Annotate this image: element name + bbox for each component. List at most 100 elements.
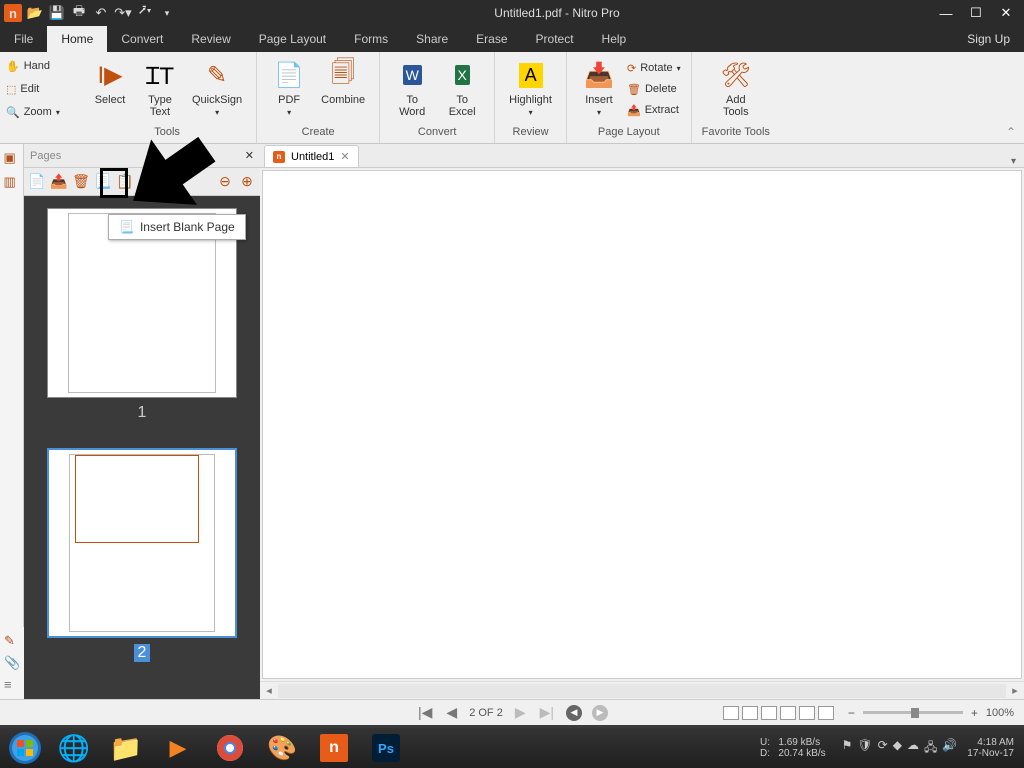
minimize-button[interactable]: —	[938, 5, 954, 21]
page-thumb-2[interactable]	[47, 448, 237, 638]
rotate-button[interactable]: ⟳Rotate ▾	[627, 58, 681, 78]
bookmarks-icon[interactable]: ▥	[4, 174, 20, 190]
thumb-1-wrap[interactable]: 1	[36, 208, 248, 422]
close-button[interactable]: ✕	[998, 5, 1014, 21]
first-page-icon[interactable]: |◀	[416, 704, 434, 721]
signatures-icon[interactable]: ✎	[4, 633, 20, 649]
redo-icon[interactable]: ↷▾	[114, 4, 132, 22]
scroll-track[interactable]	[278, 684, 1006, 698]
pdf-button[interactable]: 📄PDF▾	[267, 54, 311, 120]
taskbar-paint-icon[interactable]: 🎨	[257, 729, 307, 767]
delete-page-icon[interactable]: 🗑	[72, 173, 90, 191]
pages-panel-icon[interactable]: ▣	[4, 150, 20, 166]
edit-tool[interactable]: ⬚Edit	[6, 79, 72, 99]
doc-tab-untitled1[interactable]: n Untitled1 ✕	[264, 145, 359, 167]
zoom-out-icon[interactable]: −	[848, 706, 855, 720]
extract-label: Extract	[645, 104, 679, 116]
taskbar-explorer-icon[interactable]: 📁	[101, 729, 151, 767]
tab-overflow-icon[interactable]: ▾	[1003, 156, 1024, 167]
tab-erase[interactable]: Erase	[462, 26, 521, 52]
view-facing-cont-icon[interactable]	[780, 706, 796, 720]
tray-sync-icon[interactable]: ⟳	[878, 738, 888, 759]
horizontal-scrollbar[interactable]: ◂ ▸	[260, 681, 1024, 699]
close-panel-icon[interactable]: ✕	[245, 149, 254, 162]
ribbon-group-convert: WTo Word XTo Excel Convert	[380, 52, 495, 143]
cursor-icon[interactable]: ⭷▾	[136, 4, 154, 22]
tab-file[interactable]: File	[0, 26, 47, 52]
thumb-2-wrap[interactable]: 2	[36, 448, 248, 662]
nav-fwd-icon[interactable]: ▶	[592, 705, 608, 721]
save-icon[interactable]: 💾	[48, 4, 66, 22]
zoom-in-icon[interactable]: +	[971, 706, 978, 720]
highlight-label: Highlight▾	[509, 94, 552, 118]
tray-network-icon[interactable]: 🖧	[924, 738, 937, 759]
extract-button[interactable]: 📤Extract	[627, 100, 681, 120]
combine-button[interactable]: 🗐Combine	[317, 54, 369, 120]
last-page-icon[interactable]: ▶|	[538, 704, 556, 721]
view-facing-icon[interactable]	[761, 706, 777, 720]
qat-dropdown-icon[interactable]: ▾	[158, 4, 176, 22]
highlight-button[interactable]: AHighlight▾	[505, 54, 556, 120]
to-excel-button[interactable]: XTo Excel	[440, 54, 484, 120]
scroll-right-icon[interactable]: ▸	[1006, 684, 1024, 697]
tray-shield-icon[interactable]: 🛡	[857, 738, 872, 759]
tab-review[interactable]: Review	[177, 26, 244, 52]
quicksign-button[interactable]: ✎QuickSign▾	[188, 54, 246, 120]
hand-tool[interactable]: ✋Hand	[6, 56, 72, 76]
next-page-icon[interactable]: ▶	[513, 704, 528, 721]
nav-back-icon[interactable]: ◀	[566, 705, 582, 721]
taskbar-media-icon[interactable]: ▶	[153, 729, 203, 767]
collapse-ribbon-icon[interactable]: ⌃	[1006, 125, 1016, 139]
view-single-icon[interactable]	[723, 706, 739, 720]
delete-icon: 🗑	[627, 83, 641, 96]
taskbar-clock[interactable]: 4:18 AM 17-Nov-17	[967, 737, 1014, 759]
zoom-in-thumbs-icon[interactable]: ⊕	[238, 173, 256, 191]
tab-share[interactable]: Share	[402, 26, 462, 52]
insert-page-file-icon[interactable]: 📄	[28, 173, 46, 191]
tab-convert[interactable]: Convert	[107, 26, 177, 52]
view-continuous-icon[interactable]	[742, 706, 758, 720]
tray-volume-icon[interactable]: 🔊	[942, 738, 957, 759]
open-icon[interactable]: 📂	[26, 4, 44, 22]
undo-icon[interactable]: ↶	[92, 4, 110, 22]
left-rail: ▣ ▥	[0, 144, 24, 699]
tab-page-layout[interactable]: Page Layout	[245, 26, 340, 52]
hand-icon: ✋	[6, 60, 20, 73]
close-tab-icon[interactable]: ✕	[340, 150, 349, 163]
maximize-button[interactable]: ☐	[968, 5, 984, 21]
insert-button[interactable]: 📥Insert▾	[577, 54, 621, 120]
attachments-icon[interactable]: 📎	[4, 655, 20, 671]
taskbar-photoshop-icon[interactable]: Ps	[361, 729, 411, 767]
document-canvas[interactable]	[262, 170, 1022, 679]
print-icon[interactable]: 🖶	[70, 4, 88, 22]
tab-home[interactable]: Home	[47, 26, 107, 52]
type-text-button[interactable]: ꞮTType Text	[138, 54, 182, 120]
view-full-icon[interactable]	[799, 706, 815, 720]
taskbar-ie-icon[interactable]: 🌐	[49, 729, 99, 767]
tab-help[interactable]: Help	[588, 26, 641, 52]
tab-protect[interactable]: Protect	[522, 26, 588, 52]
pdf-label: PDF▾	[278, 94, 300, 118]
layers-icon[interactable]: ≡	[4, 677, 20, 693]
tab-forms[interactable]: Forms	[340, 26, 402, 52]
tray-cloud-icon[interactable]: ☁	[907, 738, 919, 759]
scroll-left-icon[interactable]: ◂	[260, 684, 278, 697]
view-fit-icon[interactable]	[818, 706, 834, 720]
tray-flag-icon[interactable]: ⚑	[842, 738, 853, 759]
tray-app-icon[interactable]: ◆	[893, 738, 902, 759]
start-button[interactable]	[2, 729, 48, 767]
nitro-logo-icon[interactable]: n	[4, 4, 22, 22]
select-button[interactable]: I▶Select	[88, 54, 132, 120]
delete-button[interactable]: 🗑Delete	[627, 79, 681, 99]
prev-page-icon[interactable]: ◀	[444, 704, 459, 721]
extract-page-icon[interactable]: 📤	[50, 173, 68, 191]
network-speed: U: 1.69 kB/s D: 20.74 kB/s	[760, 737, 832, 759]
zoom-tool[interactable]: 🔍Zoom ▾	[6, 102, 72, 122]
taskbar-nitro-icon[interactable]: n	[309, 729, 359, 767]
sign-up-link[interactable]: Sign Up	[953, 32, 1024, 46]
zoom-slider[interactable]	[863, 711, 963, 714]
taskbar-chrome-icon[interactable]	[205, 729, 255, 767]
add-tools-button[interactable]: 🛠Add Tools	[714, 54, 758, 120]
to-word-button[interactable]: WTo Word	[390, 54, 434, 120]
combine-label: Combine	[321, 94, 365, 106]
